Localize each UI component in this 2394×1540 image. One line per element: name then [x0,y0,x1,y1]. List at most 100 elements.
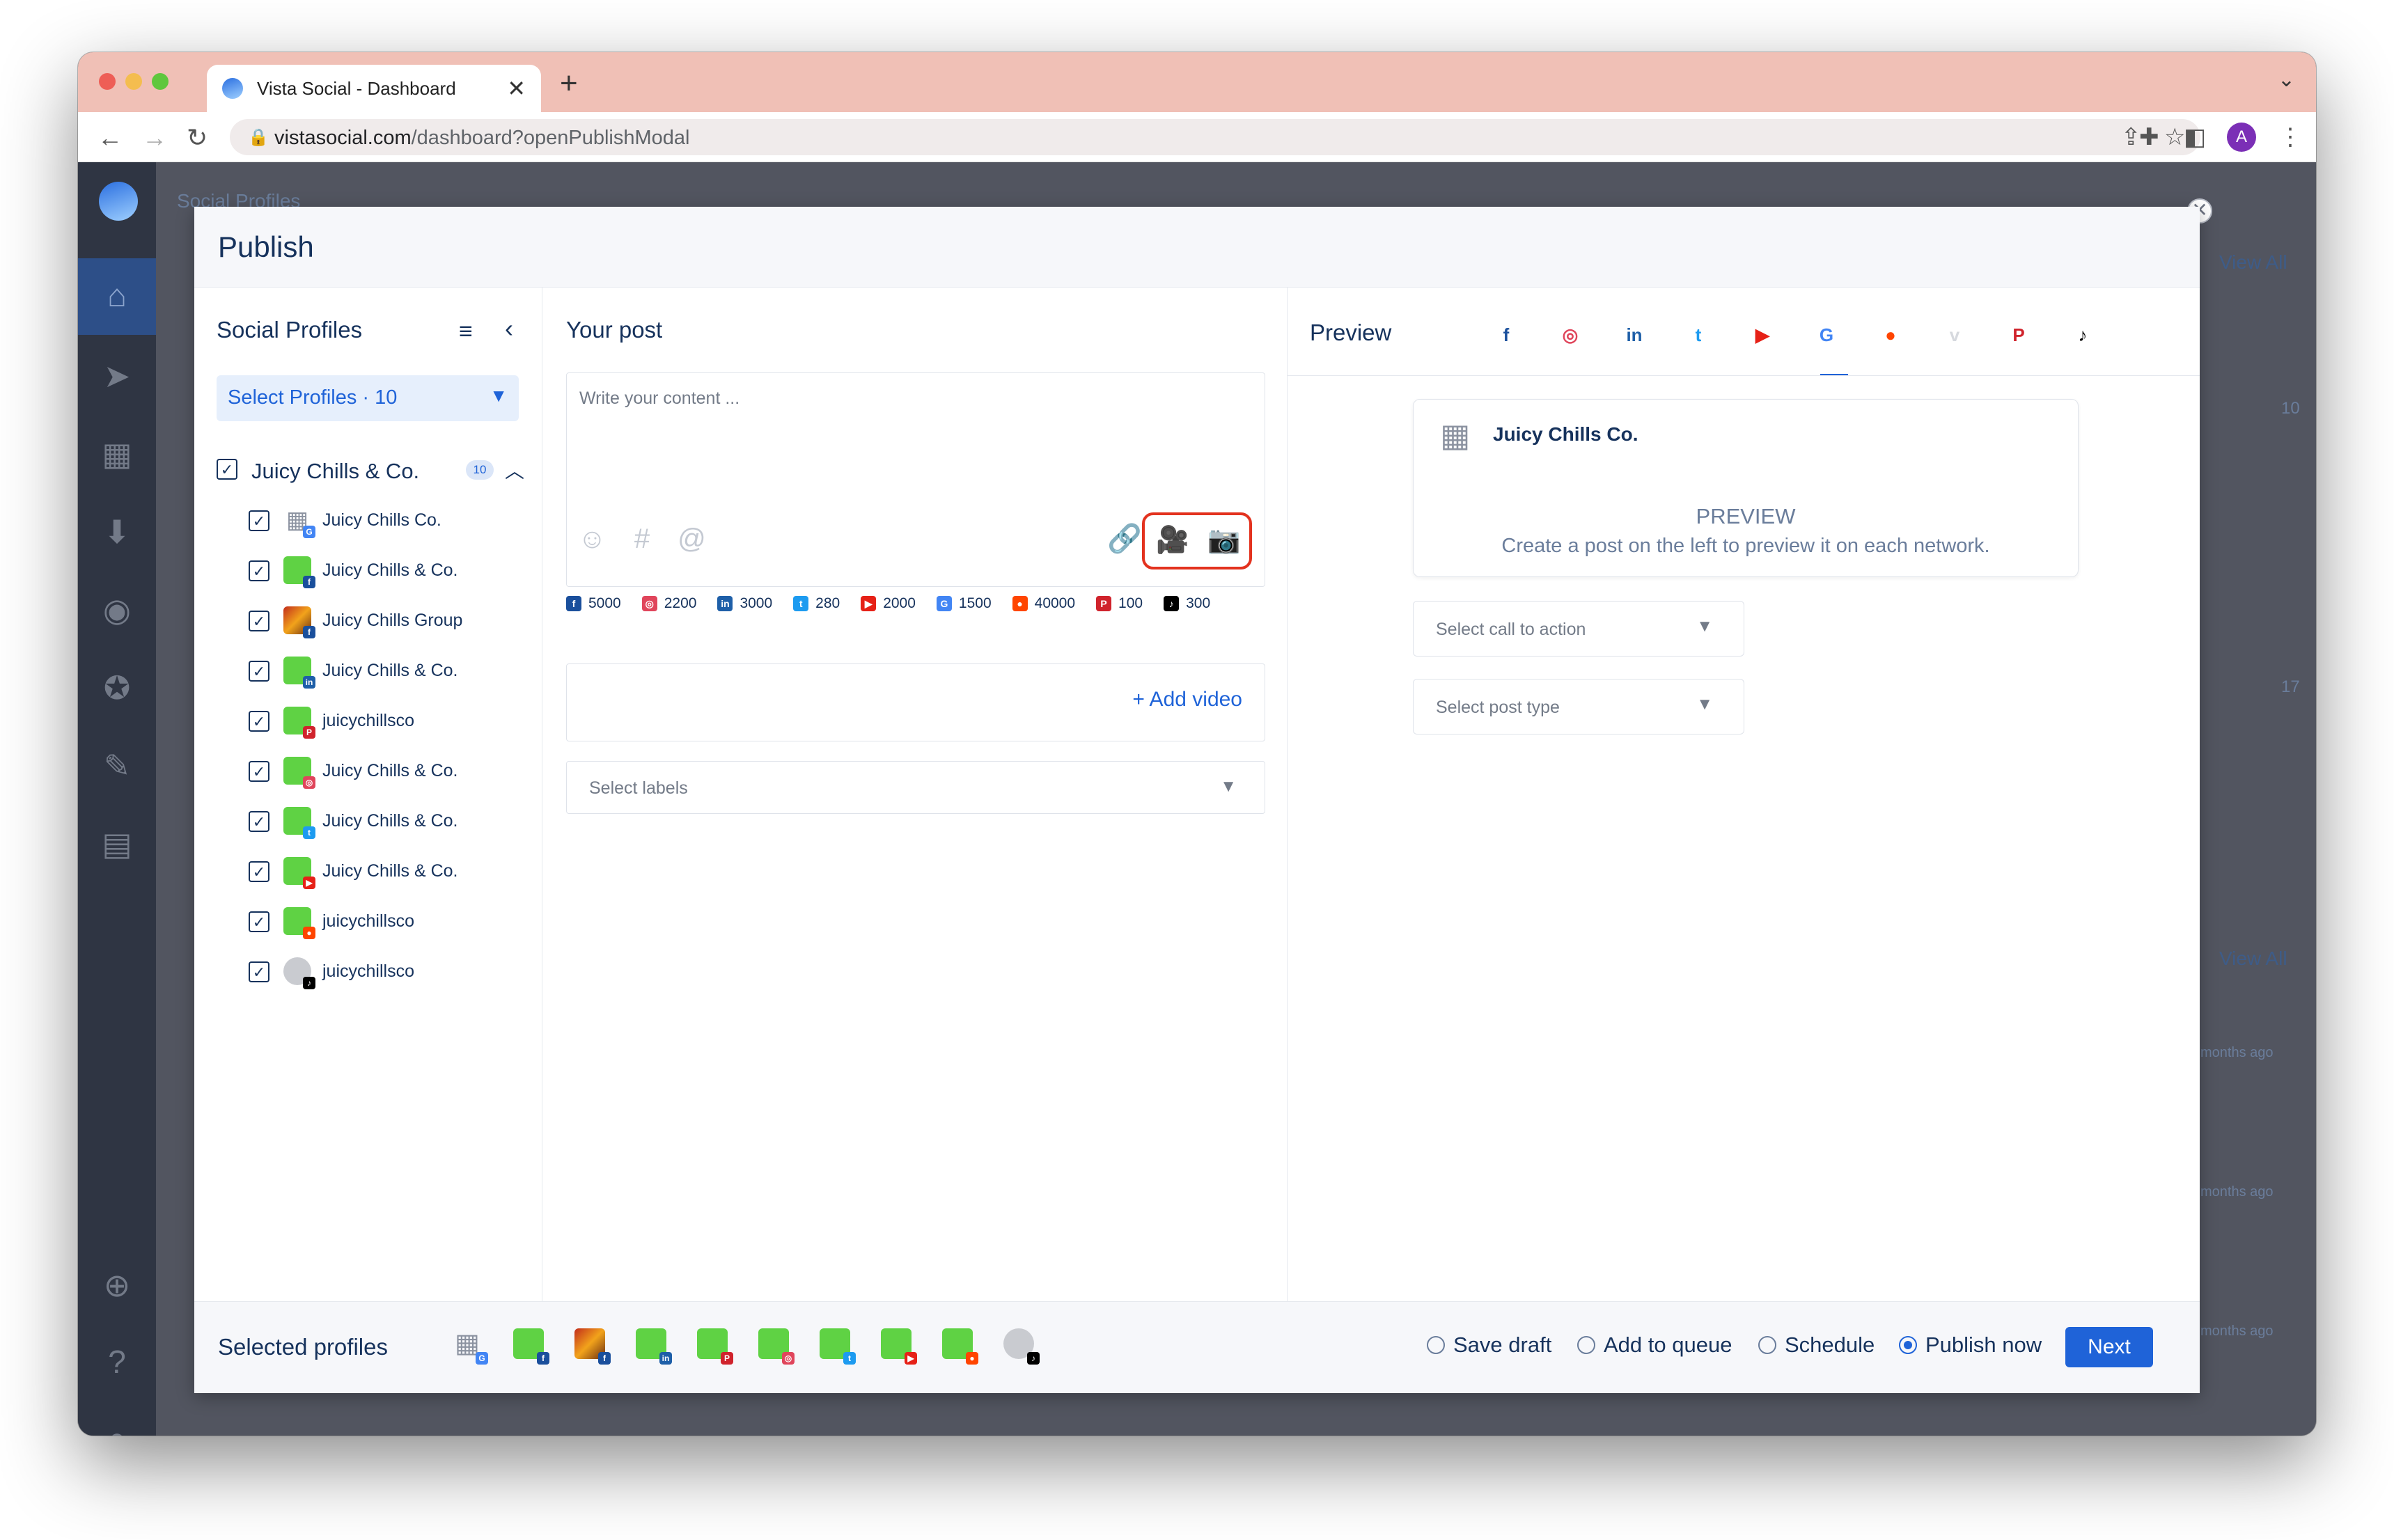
tab-close-icon[interactable]: ✕ [507,75,526,102]
profile-avatar: f [283,606,315,638]
new-tab-button[interactable]: + [560,66,578,101]
profile-row[interactable]: ✓ ▦ G Juicy Chills Co. [249,503,527,538]
profile-checkbox[interactable]: ✓ [249,811,269,832]
tab-twitter[interactable]: t [1684,321,1712,349]
option-publish-now[interactable]: Publish now [1899,1333,2042,1358]
emoji-icon[interactable]: ☺ [578,524,607,554]
profile-checkbox[interactable]: ✓ [249,711,269,732]
photo-camera-icon[interactable]: 📷 [1207,525,1240,556]
forward-arrow-icon[interactable]: → [142,123,167,152]
next-button[interactable]: Next [2065,1327,2153,1367]
group-checkbox[interactable]: ✓ [217,459,237,480]
help-icon[interactable]: ? [78,1343,156,1381]
minimize-window-button[interactable] [125,73,142,90]
selected-profile-avatar[interactable]: ◎ [758,1328,795,1365]
profile-checkbox[interactable]: ✓ [249,961,269,982]
side-panel-icon[interactable]: ◧ [2184,123,2206,151]
selected-profile-avatar[interactable]: t [820,1328,856,1365]
selected-profile-avatar[interactable]: ▶ [881,1328,917,1365]
back-arrow-icon[interactable]: ← [97,123,123,152]
close-window-button[interactable] [99,73,116,90]
selected-profile-avatar[interactable]: P [697,1328,733,1365]
profile-checkbox[interactable]: ✓ [249,661,269,682]
pin-icon[interactable]: ✎ [78,747,156,785]
reports-icon[interactable]: ▤ [78,825,156,863]
tab-pinterest[interactable]: P [2005,321,2033,349]
profile-row[interactable]: ✓ f Juicy Chills & Co. [249,553,527,588]
browser-tab[interactable]: Vista Social - Dashboard ✕ [207,65,541,112]
post-type-select[interactable]: Select post type ▼ [1413,679,1744,734]
profile-checkbox[interactable]: ✓ [249,861,269,882]
browser-menu-icon[interactable]: ⋮ [2278,123,2302,151]
radio-button[interactable] [1758,1336,1776,1354]
radio-button[interactable] [1899,1336,1917,1354]
tab-linkedin[interactable]: in [1620,321,1648,349]
profile-checkbox[interactable]: ✓ [249,510,269,531]
post-type-placeholder: Select post type [1436,698,1560,717]
tab-google[interactable]: G [1813,321,1840,349]
tab-facebook[interactable]: f [1492,321,1520,349]
profile-row[interactable]: ✓ ● juicychillsco [249,904,527,939]
tab-tiktok[interactable]: ♪ [2069,321,2097,349]
bookmark-star-icon[interactable]: ☆ [2164,123,2185,151]
profile-row[interactable]: ✓ in Juicy Chills & Co. [249,654,527,689]
sidebar-item-home[interactable]: ⌂ [78,258,156,335]
add-video-button[interactable]: + Add video [1132,688,1242,712]
reviews-star-icon[interactable]: ✪ [78,669,156,707]
collapse-panel-chevron-icon[interactable]: ‹ [505,314,513,343]
profile-row[interactable]: ✓ t Juicy Chills & Co. [249,804,527,839]
option-save-draft[interactable]: Save draft [1427,1333,1551,1358]
radio-button[interactable] [1577,1336,1595,1354]
filter-icon[interactable]: ≡ [459,318,473,345]
profile-checkbox[interactable]: ✓ [249,611,269,631]
tab-reddit[interactable]: ● [1877,321,1904,349]
profile-row[interactable]: ✓ ▶ Juicy Chills & Co. [249,854,527,889]
profile-row[interactable]: ✓ Pjuicychillsco [249,704,527,739]
select-profiles-dropdown[interactable]: Select Profiles · 10 ▼ [217,375,519,421]
post-content-editor[interactable]: Write your content ... ☺ # @ 🔗 🎥 📷 [566,372,1265,587]
profile-row[interactable]: ✓ ♪ juicychillsco [249,954,527,989]
user-avatar-icon[interactable]: ● [78,1420,156,1436]
profile-group-row[interactable]: ✓ Juicy Chills & Co. 10 ︿ [217,455,524,485]
address-bar[interactable]: 🔒 vistasocial.com/dashboard?openPublishM… [230,119,2200,155]
selected-profile-avatar[interactable]: in [636,1328,672,1365]
maximize-window-button[interactable] [152,73,169,90]
selected-profile-avatar[interactable]: ● [942,1328,978,1365]
reload-icon[interactable]: ↻ [187,123,208,152]
select-labels-dropdown[interactable]: Select labels ▼ [566,761,1265,814]
link-icon[interactable]: 🔗 [1107,522,1142,555]
mention-at-icon[interactable]: @ [678,524,706,554]
calendar-icon[interactable]: ▦ [78,435,156,473]
share-icon[interactable]: ⇪ [2121,123,2141,151]
call-to-action-select[interactable]: Select call to action ▼ [1413,601,1744,657]
tab-instagram[interactable]: ◎ [1556,321,1584,349]
app-logo-icon[interactable] [99,182,138,221]
tab-youtube[interactable]: ▶ [1748,321,1776,349]
selected-profile-avatar[interactable]: f [513,1328,549,1365]
video-camera-icon[interactable]: 🎥 [1156,525,1189,556]
selected-profile-avatar[interactable]: ▦ G [452,1328,488,1365]
tab-list-chevron-icon[interactable]: ⌄ [2278,68,2295,92]
chevron-up-icon[interactable]: ︿ [505,456,524,484]
selected-profile-avatar[interactable]: ♪ [1003,1328,1040,1365]
profile-checkbox[interactable]: ✓ [249,560,269,581]
option-schedule[interactable]: Schedule [1758,1333,1875,1358]
profile-checkbox[interactable]: ✓ [249,911,269,932]
tab-vimeo[interactable]: v [1941,321,1969,349]
selected-profile-avatar[interactable]: f [574,1328,611,1365]
radio-button[interactable] [1427,1336,1445,1354]
option-add-to-queue[interactable]: Add to queue [1577,1333,1732,1358]
background-timestamp-3: months ago [2200,1323,2274,1339]
profile-row[interactable]: ✓ ◎ Juicy Chills & Co. [249,754,527,789]
browser-profile-avatar[interactable]: A [2227,123,2256,152]
extensions-puzzle-icon[interactable]: ✚ [2139,123,2159,151]
listening-icon[interactable]: ◉ [78,591,156,629]
vista-social-favicon-icon [222,78,243,99]
inbox-icon[interactable]: ⬇ [78,513,156,551]
hashtag-icon[interactable]: # [634,524,650,554]
profile-row[interactable]: ✓ f Juicy Chills Group [249,604,527,638]
profile-checkbox[interactable]: ✓ [249,761,269,782]
send-icon[interactable]: ➤ [78,357,156,395]
add-icon[interactable]: ⊕ [78,1266,156,1304]
char-limit-value: 300 [1186,595,1211,611]
